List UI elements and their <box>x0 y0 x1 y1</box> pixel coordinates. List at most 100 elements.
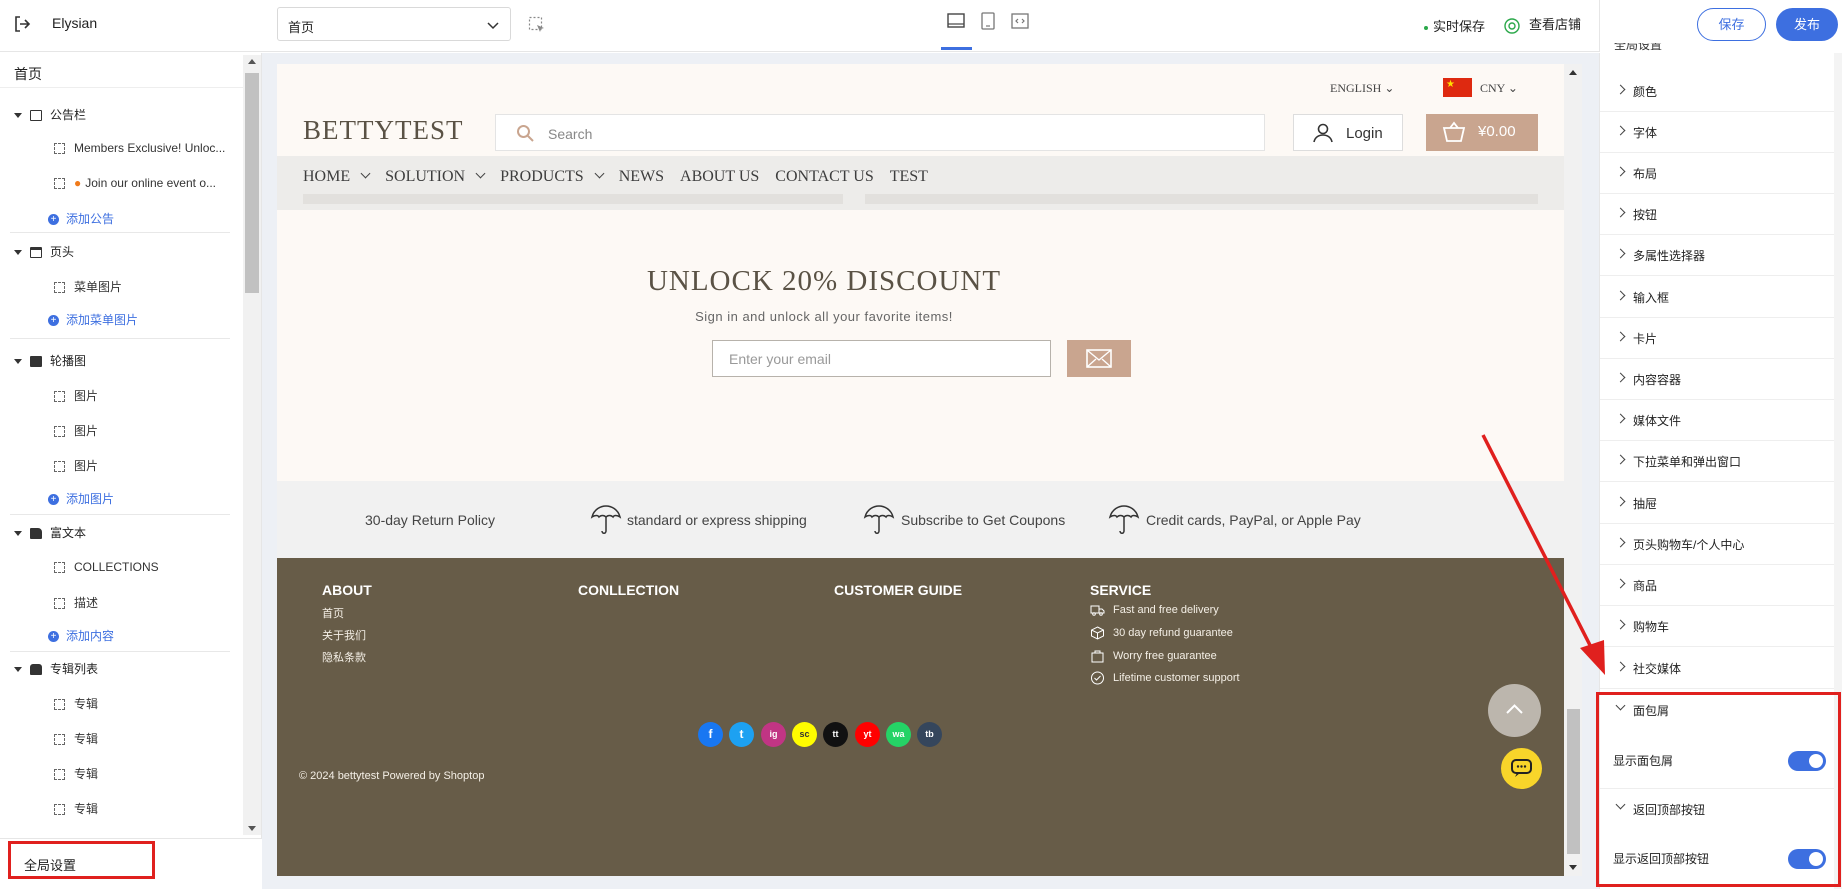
document-icon <box>30 528 42 540</box>
left-scrollbar[interactable] <box>243 55 261 835</box>
item-label: Join our online event o... <box>85 176 217 190</box>
add-announcement-button[interactable]: + 添加公告 <box>48 210 114 227</box>
settings-section[interactable]: 页头购物车/个人中心 <box>1600 524 1842 565</box>
snapchat-icon[interactable]: sc <box>792 722 817 747</box>
tree-item[interactable]: 专辑 <box>54 765 98 782</box>
footer-link[interactable]: 关于我们 <box>322 627 366 643</box>
settings-section[interactable]: 内容容器 <box>1600 359 1842 400</box>
publish-button[interactable]: 发布 <box>1776 8 1838 41</box>
tumblr-icon[interactable]: tb <box>917 722 942 747</box>
tree-group-carousel[interactable]: 轮播图 <box>14 352 86 369</box>
scroll-thumb[interactable] <box>245 73 259 293</box>
scroll-up-arrow[interactable] <box>248 59 256 64</box>
nav-solution[interactable]: SOLUTION <box>385 168 484 185</box>
settings-section[interactable]: 社交媒体 <box>1600 648 1842 689</box>
scroll-down-arrow[interactable] <box>248 826 256 831</box>
item-label: 专辑 <box>74 802 99 816</box>
store-logo[interactable]: BETTYTEST <box>303 115 463 146</box>
settings-section[interactable]: 商品 <box>1600 565 1842 606</box>
service-item: Fast and free delivery <box>1090 604 1219 616</box>
section-label: 商品 <box>1633 579 1658 593</box>
umbrella-icon <box>590 505 622 534</box>
facebook-icon[interactable]: f <box>698 722 723 747</box>
add-menu-image-button[interactable]: + 添加菜单图片 <box>48 311 138 328</box>
whatsapp-icon[interactable]: wa <box>886 722 911 747</box>
tree-item[interactable]: Members Exclusive! Unloc... <box>54 141 225 155</box>
view-store-label: 查看店铺 <box>1529 17 1582 32</box>
store-search-bar[interactable]: Search <box>495 114 1265 151</box>
footer-link[interactable]: 隐私条款 <box>322 649 366 665</box>
envelope-icon <box>1086 349 1112 368</box>
subscribe-button[interactable] <box>1067 340 1131 377</box>
settings-title-label: 全局设置 <box>1614 43 1663 52</box>
add-content-button[interactable]: + 添加内容 <box>48 627 114 644</box>
youtube-icon[interactable]: yt <box>855 722 880 747</box>
nav-news[interactable]: NEWS <box>619 168 664 185</box>
settings-section[interactable]: 布局 <box>1600 153 1842 194</box>
footer-link[interactable]: 首页 <box>322 605 344 621</box>
tree-item[interactable]: 专辑 <box>54 730 98 747</box>
settings-section[interactable]: 购物车 <box>1600 606 1842 647</box>
settings-section[interactable]: 抽屉 <box>1600 483 1842 524</box>
tree-item[interactable]: 专辑 <box>54 695 98 712</box>
settings-section[interactable]: 媒体文件 <box>1600 400 1842 441</box>
settings-section[interactable]: 按钮 <box>1600 194 1842 235</box>
scroll-up-arrow[interactable] <box>1569 70 1577 75</box>
login-button[interactable]: Login <box>1293 114 1403 151</box>
tree-item[interactable]: 菜单图片 <box>54 278 122 295</box>
desktop-view-icon[interactable] <box>945 10 967 34</box>
nav-about-us[interactable]: ABOUT US <box>680 168 759 185</box>
plus-icon: + <box>48 494 59 506</box>
preview-scrollbar[interactable] <box>1564 64 1582 876</box>
block-icon <box>54 804 65 816</box>
exit-icon[interactable] <box>12 14 32 34</box>
settings-section[interactable]: 下拉菜单和弹出窗口 <box>1600 441 1842 482</box>
page-select[interactable]: 首页 <box>277 7 511 41</box>
settings-section[interactable]: 输入框 <box>1600 277 1842 318</box>
tree-item[interactable]: 图片 <box>54 457 98 474</box>
tree-group-announcement[interactable]: 公告栏 <box>14 106 86 123</box>
tree-group-collection-list[interactable]: 专辑列表 <box>14 660 98 677</box>
settings-section[interactable]: 多属性选择器 <box>1600 235 1842 276</box>
tree-group-rich-text[interactable]: 富文本 <box>14 524 86 541</box>
tree-item[interactable]: 图片 <box>54 387 98 404</box>
code-view-icon[interactable] <box>1009 10 1031 34</box>
section-label: 页头购物车/个人中心 <box>1633 538 1745 552</box>
chevron-right-icon <box>1615 166 1626 177</box>
settings-section[interactable]: 卡片 <box>1600 318 1842 359</box>
tree-item[interactable]: 专辑 <box>54 800 98 817</box>
tree-group-header[interactable]: 页头 <box>14 243 74 260</box>
add-image-button[interactable]: + 添加图片 <box>48 490 114 507</box>
currency-selector[interactable]: CNY ⌄ <box>1480 81 1518 96</box>
nav-test[interactable]: TEST <box>890 168 928 185</box>
nav-products[interactable]: PRODUCTS <box>500 168 603 185</box>
language-selector[interactable]: ENGLISH ⌄ <box>1330 81 1394 96</box>
tree-item[interactable]: ● Join our online event o... <box>54 176 216 190</box>
scroll-thumb[interactable] <box>1567 709 1580 854</box>
email-input[interactable]: Enter your email <box>712 340 1051 377</box>
select-element-icon[interactable] <box>528 16 546 34</box>
tiktok-icon[interactable]: tt <box>823 722 848 747</box>
caret-down-icon <box>14 667 22 673</box>
tree-item[interactable]: COLLECTIONS <box>54 560 159 574</box>
main-nav: HOME SOLUTION PRODUCTS NEWS ABOUT US CONTACT … <box>303 168 944 186</box>
settings-section[interactable]: 字体 <box>1600 112 1842 153</box>
save-button[interactable]: 保存 <box>1697 8 1766 41</box>
store-footer: ABOUT 首页 关于我们 隐私条款 CONLLECTION CUSTOMER … <box>277 558 1564 876</box>
settings-section[interactable]: 颜色 <box>1600 71 1842 112</box>
cart-button[interactable]: ¥0.00 <box>1426 114 1538 151</box>
instagram-icon[interactable]: ig <box>761 722 786 747</box>
back-to-top-button[interactable] <box>1488 684 1541 737</box>
tablet-view-icon[interactable] <box>977 10 999 34</box>
chat-button[interactable] <box>1501 748 1542 789</box>
login-label: Login <box>1346 125 1383 142</box>
nav-contact-us[interactable]: CONTACT US <box>775 168 873 185</box>
nav-home[interactable]: HOME <box>303 168 369 185</box>
plus-icon: + <box>48 214 59 226</box>
scroll-down-arrow[interactable] <box>1569 865 1577 870</box>
view-store-link[interactable]: 查看店铺 <box>1503 14 1581 35</box>
service-item: 30 day refund guarantee <box>1090 626 1233 640</box>
tree-item[interactable]: 描述 <box>54 594 98 611</box>
tree-item[interactable]: 图片 <box>54 422 98 439</box>
twitter-icon[interactable]: t <box>729 722 754 747</box>
